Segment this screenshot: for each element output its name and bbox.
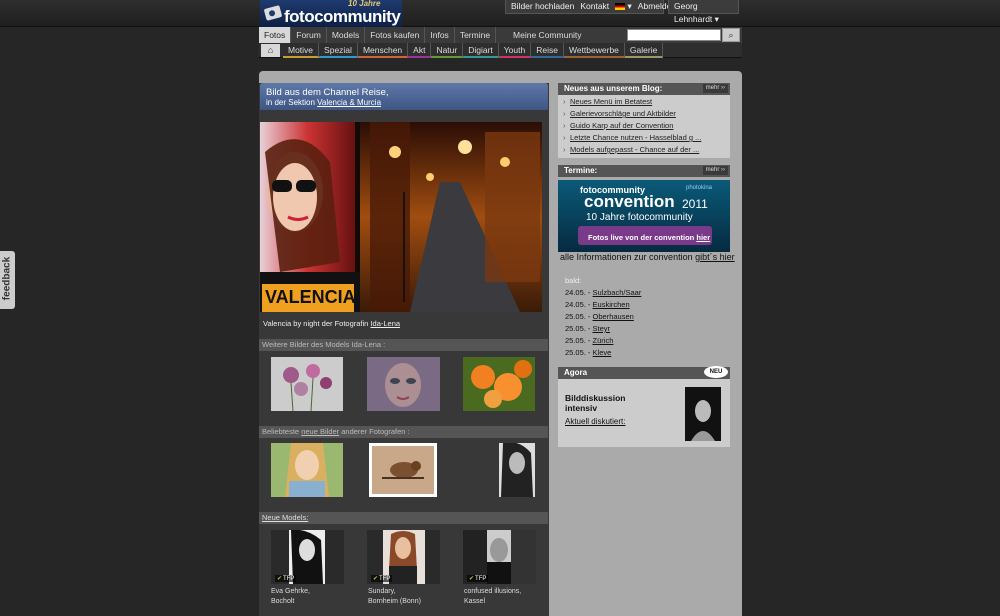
new-badge: NEU [704,366,728,378]
channel-header: Bild aus dem Channel Reise, in der Sekti… [260,83,548,110]
sub-nav: ⌂ Motive Spezial Menschen Akt Natur Digi… [259,42,742,58]
subnav-akt[interactable]: Akt [408,42,432,58]
convention-info: alle Informationen zur convention gibt´s… [560,252,735,262]
thumb-portrait-art[interactable] [367,357,440,411]
model-thumb-3[interactable]: TFP [463,530,536,584]
subnav-youth[interactable]: Youth [498,42,532,58]
art-portrait-photo [367,357,440,411]
search-icon: ⌕ [728,30,734,40]
new-models-link[interactable]: Neue Models: [262,513,308,522]
top-header [0,0,1000,27]
contact-link[interactable]: Kontakt [580,0,609,13]
german-flag-icon [615,3,626,10]
event-item: 24.05. - Euskirchen [565,300,630,309]
model-caption-1: Eva Gehrke, Bocholt [271,588,310,605]
thumb-orange-flowers[interactable] [463,357,535,411]
subnav-natur[interactable]: Natur [431,42,464,58]
blog-item[interactable]: Galerievorschläge und Aktbilder [563,109,676,118]
subnav-reise[interactable]: Reise [531,42,564,58]
subnav-digiart[interactable]: Digiart [463,42,499,58]
section-new-models: Neue Models: [259,512,548,524]
nav-infos[interactable]: Infos [425,27,455,43]
valencia-sign-text: VALENCIA [265,287,356,307]
top-links: Bilder hochladen Kontakt ▾ Abmelden [505,0,676,14]
event-item: 25.05. - Kleve [565,348,612,357]
model-caption-2: Sundary, Bornheim (Bonn) [368,588,421,605]
feedback-tab[interactable]: feedback [0,251,15,309]
model-thumb-2[interactable]: TFP [367,530,440,584]
blog-item[interactable]: Neues Menü im Betatest [563,97,652,106]
convention-info-link[interactable]: gibt´s hier [695,252,735,262]
popular-new-link[interactable]: neue Bilder [301,427,339,436]
convention-banner[interactable]: fotocommunity photokina convention 2011 … [558,180,730,252]
camera-icon [263,5,283,21]
event-item: 25.05. - Oberhausen [565,312,634,321]
blog-more-button[interactable]: mehr ›› [702,84,728,93]
search-input[interactable] [627,29,721,41]
subnav-motive[interactable]: Motive [283,42,320,58]
blog-list: Neues Menü im Betatest Galerievorschläge… [558,95,730,158]
section-popular-new: Beliebteste neue Bilder anderer Fotograf… [259,426,548,438]
search-button[interactable]: ⌕ [722,28,740,42]
nav-meine-community[interactable]: Meine Community [508,27,587,43]
agora-header: Agora NEU [558,366,730,379]
orange-flowers-photo [463,357,535,411]
blog-item[interactable]: Models aufgepasst - Chance auf der ... [563,145,699,154]
flowers-photo [271,357,343,411]
nav-models[interactable]: Models [327,27,366,43]
thumb-sparrow[interactable] [369,443,437,497]
featured-photo[interactable]: VALENCIA [260,122,542,312]
agora-bw-photo [685,387,721,441]
thumb-bw-portrait[interactable] [499,443,535,497]
photographer-link[interactable]: Ida-Lena [370,319,400,328]
agora-thumb[interactable] [685,387,721,441]
blog-item[interactable]: Guido Karp auf der Convention [563,121,673,130]
model-thumb-1[interactable]: TFP [271,530,344,584]
section-model-more: Weitere Bilder des Models Ida-Lena : [259,339,548,351]
tfp-badge: TFP [467,575,489,582]
bw-portrait-photo [499,443,535,497]
section-link[interactable]: Valencia & Murcia [317,98,381,107]
upload-link[interactable]: Bilder hochladen [511,0,574,13]
termine-more-button[interactable]: mehr ›› [702,166,728,175]
subnav-spezial[interactable]: Spezial [319,42,358,58]
blog-item[interactable]: Letzte Chance nutzen - Hasselblad g ... [563,133,701,142]
event-item: 25.05. - Steyr [565,324,611,333]
tfp-badge: TFP [371,575,393,582]
home-icon[interactable]: ⌂ [261,43,280,57]
subnav-galerie[interactable]: Galerie [624,42,664,58]
event-item: 24.05. - Sulzbach/Saar [565,288,642,297]
events-list: bald: 24.05. - Sulzbach/Saar 24.05. - Eu… [565,276,642,357]
subnav-menschen[interactable]: Menschen [357,42,409,58]
fotocommunity-logo[interactable]: 10 Jahre fotocommunity [260,0,402,27]
girl-field-photo [271,443,343,497]
photo-caption: Valencia by night der Fotografin Ida-Len… [263,319,401,328]
agora-discussion-link[interactable]: Aktuell diskutiert: [565,417,625,426]
subnav-wettbewerbe[interactable]: Wettbewerbe [563,42,625,58]
thumb-girl-field[interactable] [271,443,343,497]
tfp-badge: TFP [275,575,297,582]
termine-header: Termine: mehr ›› [558,165,730,177]
model-caption-3: confused illusions, Kassel [464,588,522,605]
agora-box: Bilddiskussion intensiv Aktuell diskutier… [558,379,730,447]
nav-fotos[interactable]: Fotos [259,27,292,43]
blog-header: Neues aus unserem Blog: mehr ›› [558,83,730,95]
language-selector[interactable]: ▾ [615,0,632,13]
live-photos-button[interactable]: Fotos live von der convention hier [588,233,710,242]
nav-termine[interactable]: Termine [455,27,497,43]
event-item: 25.05. - Zürich [565,336,614,345]
user-menu-button[interactable]: Georg Lehnhardt ▾ [668,0,739,24]
thumb-flowers[interactable] [271,357,343,411]
nav-fotos-kaufen[interactable]: Fotos kaufen [365,27,426,43]
sparrow-photo [372,446,434,494]
nav-forum[interactable]: Forum [291,27,327,43]
valencia-night-photo [260,122,542,312]
